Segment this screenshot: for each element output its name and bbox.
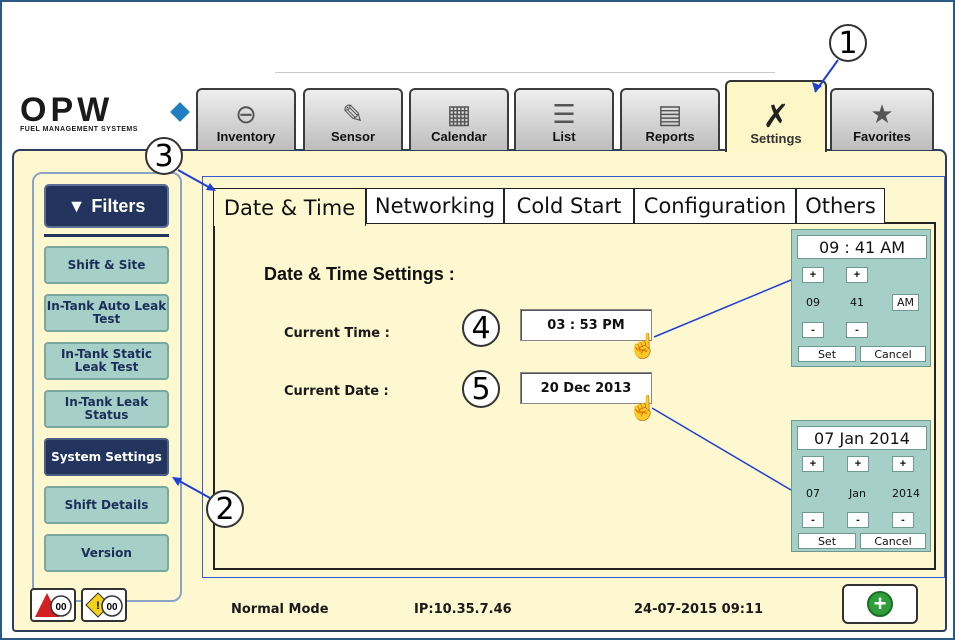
- minute-value: 41: [850, 296, 864, 309]
- opw-logo: OPW FUEL MANAGEMENT SYSTEMS: [20, 91, 190, 135]
- hour-increment-button[interactable]: +: [802, 267, 824, 283]
- tab-inventory[interactable]: ⊖ Inventory: [196, 88, 296, 150]
- alarm-icon: 00: [35, 593, 72, 617]
- year-value: 2014: [892, 487, 920, 500]
- sidebar-item-label: In-Tank Leak Status: [64, 395, 149, 422]
- sidebar-item-version[interactable]: Version: [44, 534, 169, 572]
- hour-decrement-button[interactable]: -: [802, 322, 824, 338]
- sidebar-item-label: Shift & Site: [67, 257, 146, 272]
- day-decrement-button[interactable]: -: [802, 512, 824, 528]
- callout-4: 4: [462, 309, 500, 347]
- calendar-icon: ▦: [446, 99, 472, 129]
- subtab-cold-start[interactable]: Cold Start: [504, 188, 634, 224]
- tab-reports[interactable]: ▤ Reports: [620, 88, 720, 150]
- tank-icon: ⊖: [235, 99, 257, 129]
- month-increment-button[interactable]: +: [847, 456, 869, 472]
- callout-5: 5: [462, 370, 500, 408]
- pointer-hand-icon: ☝: [628, 333, 658, 360]
- date-picker-display: 07 Jan 2014: [797, 426, 927, 450]
- pointer-hand-icon: ☝: [628, 395, 658, 422]
- current-date-label: Current Date :: [284, 384, 389, 399]
- tab-favorites[interactable]: ★ Favorites: [830, 88, 934, 150]
- filters-button[interactable]: ▼ Filters: [44, 184, 169, 228]
- star-icon: ★: [870, 99, 894, 129]
- time-cancel-button[interactable]: Cancel: [860, 346, 926, 362]
- date-set-button[interactable]: Set: [798, 533, 856, 549]
- callout-3: 3: [145, 137, 183, 175]
- tab-label: Inventory: [216, 129, 276, 144]
- warning-indicator[interactable]: ! 00: [81, 588, 127, 622]
- tab-label: Favorites: [853, 129, 911, 144]
- tab-label: Reports: [645, 129, 695, 144]
- sidebar-item-label: In-Tank Auto Leak Test: [46, 299, 167, 326]
- divider: [275, 72, 775, 73]
- tab-list[interactable]: ☰ List: [514, 88, 614, 150]
- date-cancel-button[interactable]: Cancel: [860, 533, 926, 549]
- warning-count: 00: [106, 602, 118, 613]
- divider: [44, 234, 169, 237]
- tab-sensor[interactable]: ✎ Sensor: [303, 88, 403, 150]
- time-picker-display: 09 : 41 AM: [797, 235, 927, 259]
- callout-1: 1: [829, 24, 867, 62]
- filters-label: Filters: [91, 195, 146, 216]
- logo-tagline: FUEL MANAGEMENT SYSTEMS: [20, 126, 138, 133]
- tab-label: Calendar: [431, 129, 487, 144]
- mode-status: Normal Mode: [231, 602, 329, 617]
- sidebar-item-leak-status[interactable]: In-Tank Leak Status: [44, 390, 169, 428]
- alarm-count: 00: [55, 602, 67, 613]
- subtab-date-time[interactable]: Date & Time: [213, 188, 366, 226]
- sidebar-item-shift-details[interactable]: Shift Details: [44, 486, 169, 524]
- page-title: Date & Time Settings :: [264, 264, 455, 284]
- ampm-toggle[interactable]: AM: [892, 294, 920, 311]
- year-increment-button[interactable]: +: [892, 456, 914, 472]
- logo-text: OPW: [20, 91, 114, 129]
- ip-address: IP:10.35.7.46: [414, 602, 512, 617]
- month-value: Jan: [849, 487, 866, 500]
- sidebar-item-label: Shift Details: [64, 497, 149, 512]
- probe-icon: ✎: [342, 99, 364, 129]
- day-increment-button[interactable]: +: [802, 456, 824, 472]
- subtab-configuration[interactable]: Configuration: [634, 188, 796, 224]
- add-button[interactable]: +: [842, 584, 918, 624]
- tab-settings[interactable]: ✗ Settings: [725, 80, 827, 152]
- sidebar-item-static-leak-test[interactable]: In-Tank Static Leak Test: [44, 342, 169, 380]
- tab-calendar[interactable]: ▦ Calendar: [409, 88, 509, 150]
- subtab-networking[interactable]: Networking: [366, 188, 504, 224]
- funnel-icon: ▼: [67, 195, 86, 216]
- sidebar-item-auto-leak-test[interactable]: In-Tank Auto Leak Test: [44, 294, 169, 332]
- svg-text:!: !: [96, 600, 100, 612]
- month-decrement-button[interactable]: -: [847, 512, 869, 528]
- year-decrement-button[interactable]: -: [892, 512, 914, 528]
- list-icon: ☰: [552, 99, 576, 129]
- date-picker: 07 Jan 2014 + + + 07 Jan 2014 - - - Set …: [791, 420, 931, 552]
- minute-decrement-button[interactable]: -: [846, 322, 868, 338]
- tab-label: List: [552, 129, 576, 144]
- sidebar-item-system-settings[interactable]: System Settings: [44, 438, 169, 476]
- time-picker: 09 : 41 AM + + 09 41 AM - - Set Cancel: [791, 229, 931, 367]
- sidebar-item-label: System Settings: [51, 449, 162, 464]
- callout-2: 2: [206, 490, 244, 528]
- time-set-button[interactable]: Set: [798, 346, 856, 362]
- divider: [885, 222, 936, 224]
- warning-icon: ! 00: [85, 592, 123, 618]
- sidebar-item-label: In-Tank Static Leak Test: [60, 347, 153, 374]
- alarm-indicator[interactable]: 00: [30, 588, 76, 622]
- tab-label: Sensor: [330, 129, 376, 144]
- current-time-label: Current Time :: [284, 326, 390, 341]
- plus-icon: +: [867, 591, 893, 617]
- subtab-others[interactable]: Others: [796, 188, 885, 224]
- sidebar-item-label: Version: [81, 545, 132, 560]
- sidebar: ▼ Filters Shift & Site In-Tank Auto Leak…: [32, 172, 182, 602]
- tab-label: Settings: [750, 131, 802, 146]
- day-value: 07: [806, 487, 820, 500]
- status-datetime: 24-07-2015 09:11: [634, 602, 764, 617]
- hour-value: 09: [806, 296, 820, 309]
- sidebar-item-shift-site[interactable]: Shift & Site: [44, 246, 169, 284]
- tools-icon: ✗: [762, 98, 790, 134]
- reports-icon: ▤: [657, 99, 683, 129]
- minute-increment-button[interactable]: +: [846, 267, 868, 283]
